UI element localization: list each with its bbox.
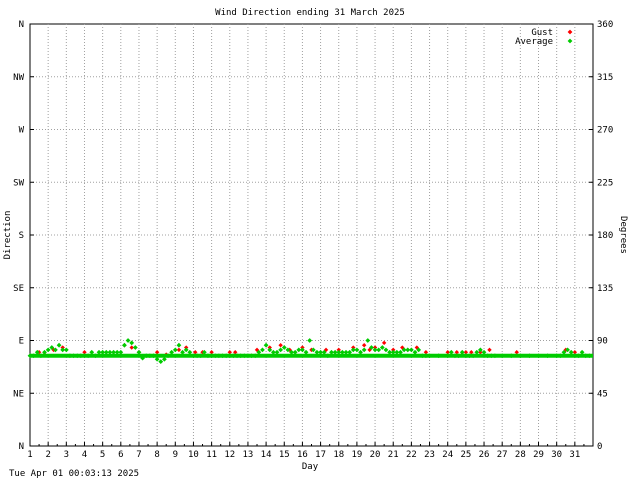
chart-title: Wind Direction ending 31 March 2025 [215,8,405,18]
average-point [260,347,265,353]
average-point [267,347,273,353]
x-tick-label: 7 [136,450,141,460]
x-tick-label: 28 [515,450,526,460]
y-tick-label-right: 45 [597,389,608,399]
average-point [365,338,371,343]
y-tick-label-left: SE [13,284,24,294]
x-tick-label: 12 [224,450,235,460]
x-tick-label: 26 [479,450,490,460]
y-tick-label-left: N [19,20,24,30]
average-point [56,342,62,348]
y-tick-label-left: NE [13,389,24,399]
average-point [478,347,483,353]
y-tick-label-right: 225 [597,178,613,188]
average-point [361,347,367,353]
y-tick-label-left: E [19,337,24,347]
x-tick-label: 9 [173,450,178,460]
legend-marker-gust [567,29,573,35]
y-tick-label-right: 270 [597,126,613,136]
average-point [176,342,182,348]
x-tick-label: 31 [569,450,580,460]
average-point [183,347,189,353]
average-point [307,338,313,343]
x-tick-label: 5 [100,450,105,460]
x-tick-label: 11 [206,450,217,460]
average-point [63,347,69,353]
legend-marker-average [567,38,573,44]
average-baseline-run [30,353,593,358]
x-tick-label: 8 [154,450,159,460]
average-point [278,347,284,353]
x-tick-label: 17 [315,450,326,460]
y-tick-label-right: 315 [597,73,613,83]
y-tick-label-left: W [19,126,25,136]
x-tick-label: 10 [188,450,199,460]
x-tick-label: 29 [533,450,544,460]
wind-direction-chart: Wind Direction ending 31 March 2025 1234… [3,8,628,472]
y-tick-label-left: N [19,442,24,452]
x-tick-label: 3 [64,450,69,460]
average-point [129,340,135,346]
average-point [354,347,360,353]
average-point [408,347,414,353]
data-marks [27,338,593,364]
axes: 1 2 3 4 5 6 7 8 9 10 11 12 13 14 15 16 17 18 19 20 21 22 23 24 2… [13,20,613,460]
y-tick-label-right: 180 [597,231,613,241]
y-tick-label-left: SW [13,178,24,188]
legend: Gust Average [515,28,573,47]
x-tick-label: 15 [279,450,290,460]
x-tick-label: 16 [297,450,308,460]
gust-point [487,347,492,353]
average-point [158,359,164,364]
y-tick-label-right: 0 [597,442,602,452]
legend-label-average: Average [515,37,553,47]
y-tick-label-left: S [19,231,24,241]
y-tick-label-left: NW [13,73,24,83]
x-tick-label: 6 [118,450,123,460]
x-tick-label: 22 [406,450,417,460]
gust-point [278,342,283,348]
x-tick-label: 30 [551,450,562,460]
x-tick-label: 2 [45,450,50,460]
average-point [45,347,51,353]
gust-point [361,342,367,348]
y-tick-label-right: 360 [597,20,613,30]
x-tick-label: 13 [243,450,254,460]
y-tick-label-right: 90 [597,337,608,347]
average-point [132,345,138,350]
x-tick-label: 25 [460,450,471,460]
grid [30,24,593,446]
average-point [263,342,269,348]
gust-point [381,340,387,346]
x-tick-label: 27 [497,450,508,460]
y-axis-label-right: Degrees [618,216,628,254]
x-tick-label: 24 [442,450,453,460]
x-tick-label: 19 [351,450,362,460]
average-point [172,347,178,353]
average-point [122,342,127,348]
average-point [281,345,287,350]
x-tick-label: 14 [261,450,272,460]
average-point [376,347,382,353]
average-point [383,347,389,353]
x-tick-label: 18 [333,450,344,460]
x-tick-label: 1 [27,450,32,460]
x-tick-label: 21 [388,450,399,460]
y-axis-label-left: Direction [3,211,13,260]
footer-timestamp: Tue Apr 01 00:03:13 2025 [9,469,140,479]
average-point [125,338,131,343]
average-point [300,347,305,353]
y-tick-label-right: 135 [597,284,613,294]
average-point [379,345,385,350]
x-tick-label: 23 [424,450,435,460]
x-axis-label: Day [302,462,319,472]
x-tick-label: 4 [82,450,87,460]
x-tick-label: 20 [370,450,381,460]
